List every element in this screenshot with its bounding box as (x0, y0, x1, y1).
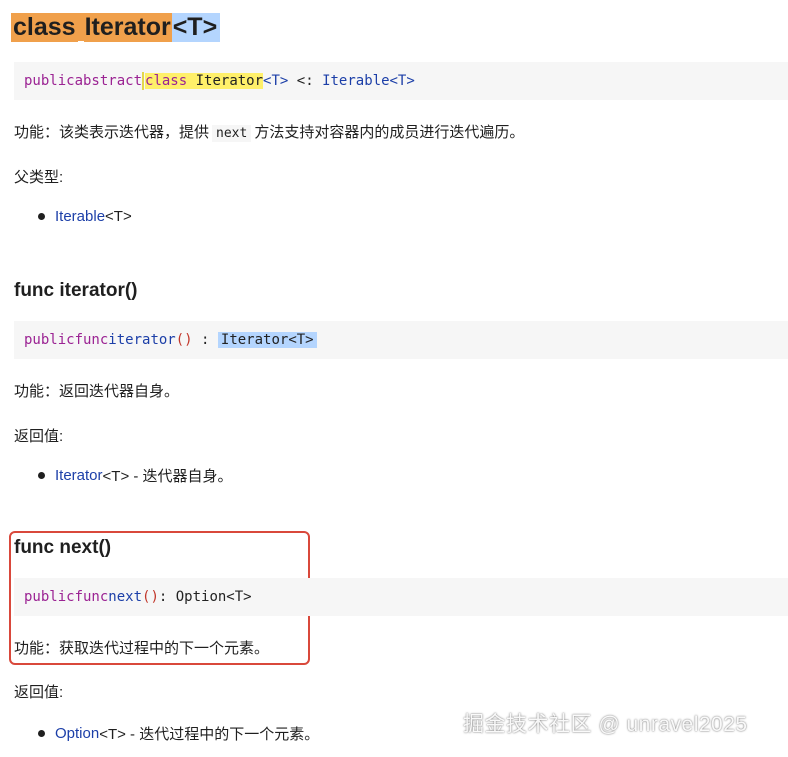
code-public: public (24, 73, 75, 89)
parent-type-label: 父类型: (14, 169, 64, 186)
watermark: 掘金技术社区 @ unravel2025 (463, 713, 748, 736)
bullet (38, 730, 45, 737)
iterator-signature-code: public func iterator() : Iterator<T> (14, 321, 788, 359)
iterator-description: 功能：返回迭代器自身。 (14, 383, 180, 400)
bullet (38, 213, 45, 220)
link-option[interactable]: Option (55, 725, 99, 742)
title-class-name: Iterator (83, 12, 172, 42)
next-description: 功能：获取迭代过程中的下一个元素。 (14, 640, 270, 657)
title-class-keyword: class (11, 12, 78, 42)
bullet (38, 472, 45, 479)
list-item: Option <T> - 迭代过程中的下一个元素。 (38, 723, 319, 744)
code-class-name: Iterator (195, 73, 264, 89)
iterator-return-label: 返回值: (14, 428, 64, 445)
heading-func-next: func next() (14, 537, 112, 558)
cursor-bar (142, 72, 145, 90)
list-item: Iterator <T> - 迭代器自身。 (38, 465, 233, 486)
title-generic: <T> (171, 12, 221, 42)
code-subtype-op: <: (288, 73, 323, 89)
page-title: class Iterator <T> (11, 10, 221, 44)
code-generic-1: <T> (263, 73, 289, 89)
link-iterator[interactable]: Iterator (55, 467, 103, 484)
class-signature-code: public abstract class Iterator <T> <: Ite… (14, 62, 788, 100)
code-class: class (145, 73, 188, 89)
next-return-label: 返回值: (14, 684, 64, 701)
inline-code-next: next (212, 125, 252, 142)
link-iterable[interactable]: Iterable (55, 208, 105, 225)
return-type-highlight: Iterator<T> (217, 332, 317, 348)
heading-func-iterator: func iterator() (14, 280, 138, 301)
code-generic-2: <T> (389, 73, 415, 89)
class-description: 功能：该类表示迭代器，提供 next 方法支持对容器内的成员进行迭代遍历。 (14, 124, 525, 142)
next-signature-code: public func next(): Option<T> (14, 578, 788, 616)
code-abstract: abstract (74, 73, 143, 89)
list-item: Iterable <T> (38, 208, 132, 225)
code-parent-type: Iterable (322, 73, 390, 89)
